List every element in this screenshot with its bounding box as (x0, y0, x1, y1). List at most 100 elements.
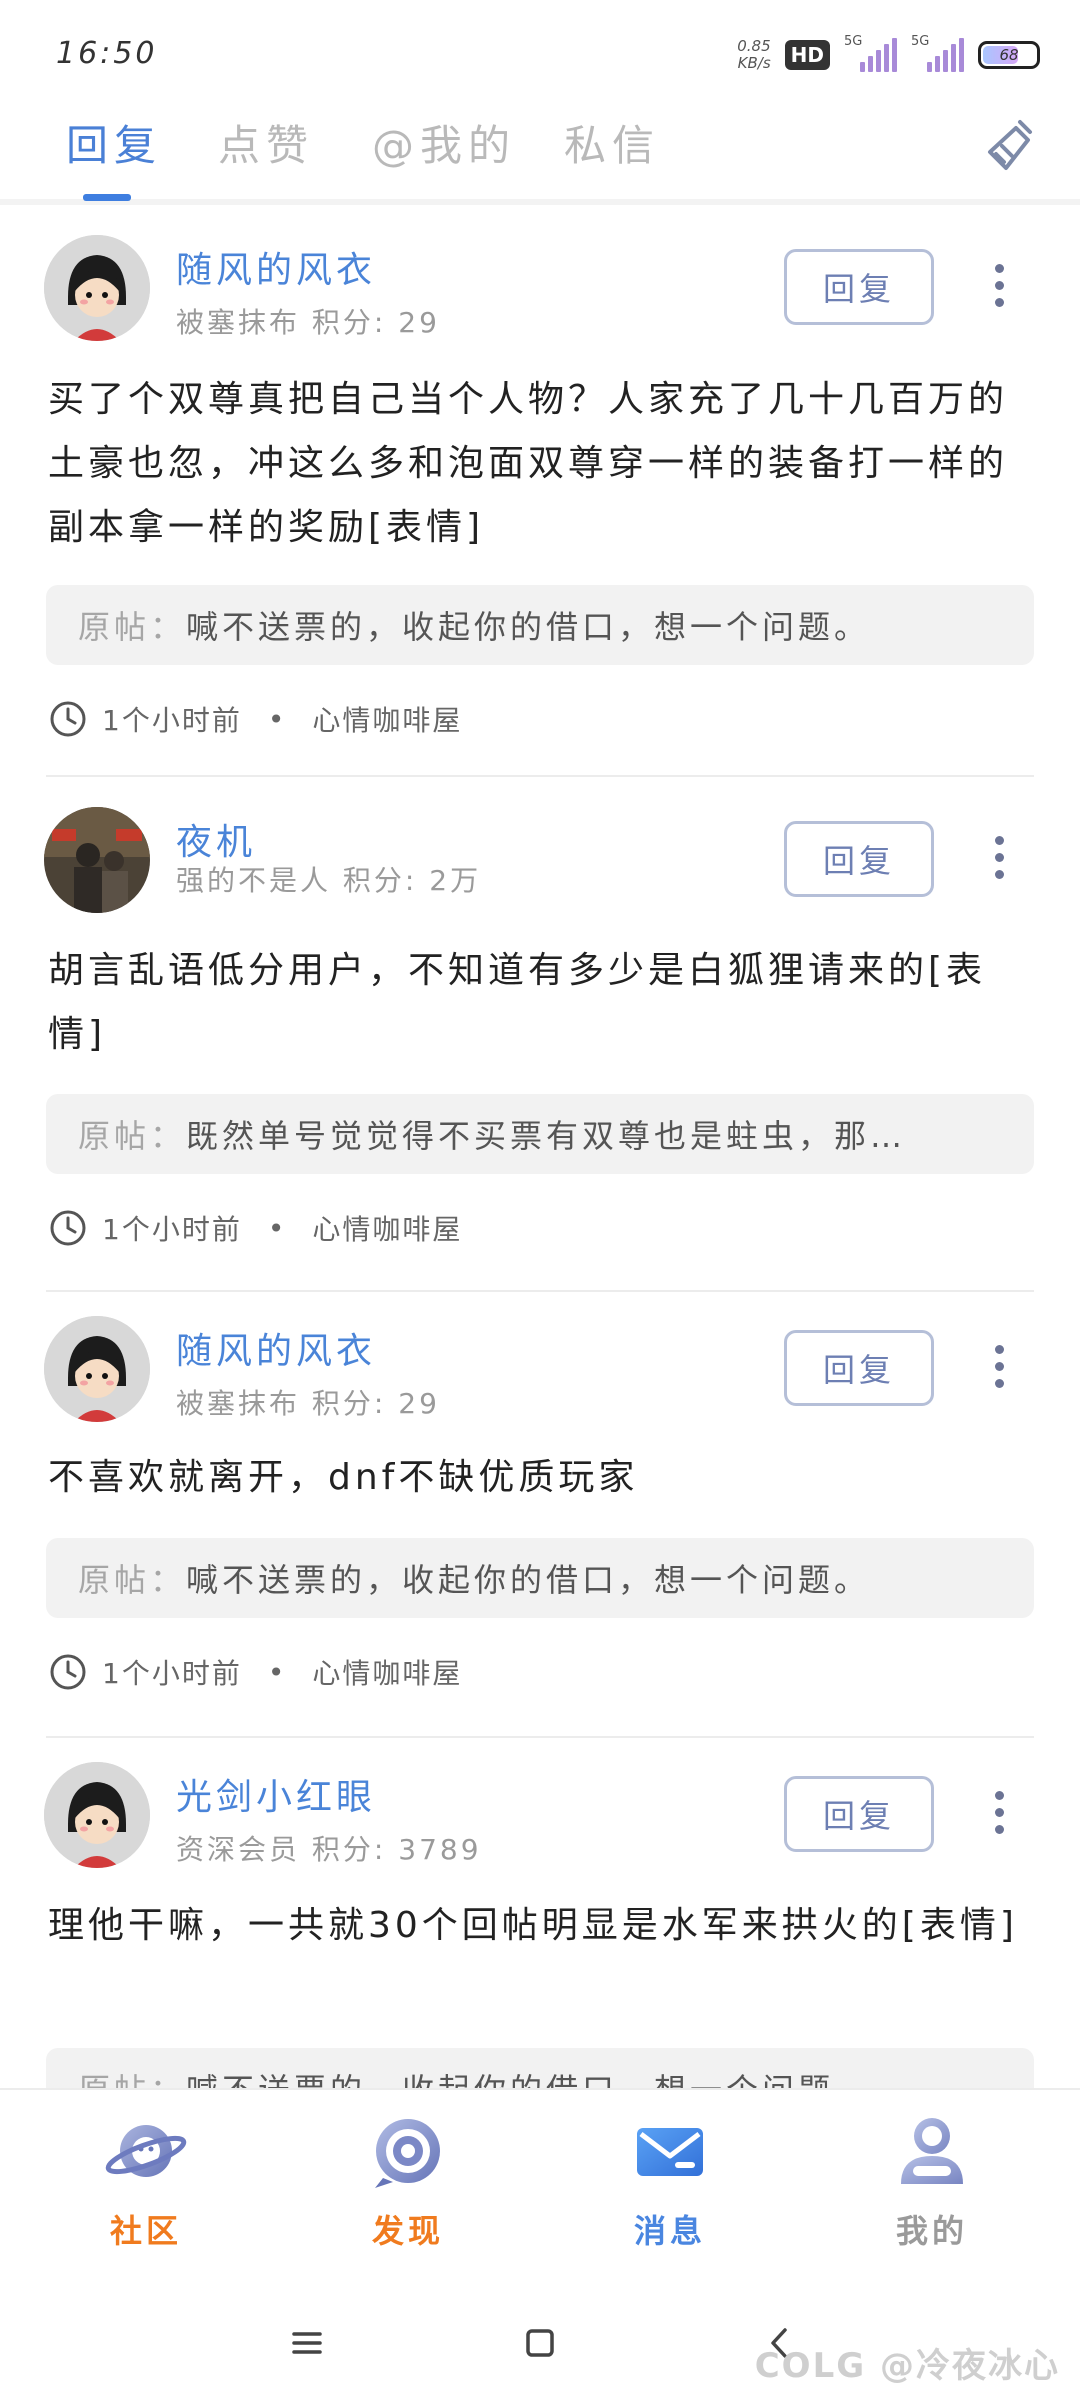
more-options-button[interactable] (984, 1336, 1014, 1396)
original-post-preview[interactable]: 原帖： 既然单号觉觉得不买票有双尊也是蛀虫，那… (46, 1094, 1034, 1174)
active-tab-indicator (83, 194, 131, 201)
more-dots-icon (994, 1790, 1004, 1800)
watermark: COLG @冷夜冰心 (754, 2346, 1060, 2386)
user-meta: 被塞抹布 积分: 29 (176, 301, 440, 341)
points-value: 29 (398, 1387, 440, 1420)
avatar-girl-icon (44, 235, 150, 341)
more-dots-icon (994, 835, 1004, 845)
board-name[interactable]: 心情咖啡屋 (312, 1652, 462, 1692)
more-options-button[interactable] (984, 255, 1014, 315)
avatar[interactable] (44, 1762, 150, 1868)
divider (46, 775, 1034, 777)
home-square-icon (526, 2329, 554, 2357)
user-meta: 被塞抹布 积分: 29 (176, 1382, 440, 1422)
network-speed: 0.85 KB/s (737, 38, 770, 72)
clear-all-button[interactable] (980, 116, 1040, 176)
reply-content[interactable]: 不喜欢就离开，dnf不缺优质玩家 (48, 1446, 1032, 1510)
reply-button[interactable]: 回复 (784, 821, 934, 897)
original-post-text: 喊不送票的，收起你的借口，想一个问题。 (186, 1561, 871, 1599)
board-name[interactable]: 心情咖啡屋 (312, 1208, 462, 1248)
more-dots-icon (994, 1344, 1004, 1354)
clock-icon (50, 1654, 86, 1690)
reply-meta: 1个小时前 • 心情咖啡屋 (48, 697, 462, 741)
bottom-navigation: 社区 发现 消息 我的 (0, 2088, 1080, 2284)
board-name[interactable]: 心情咖啡屋 (312, 699, 462, 739)
points-value: 3789 (398, 1833, 482, 1866)
target-icon (375, 2119, 440, 2188)
user-title: 强的不是人 (176, 864, 332, 897)
user-meta: 强的不是人 积分: 2万 (176, 859, 481, 899)
reply-button[interactable]: 回复 (784, 1776, 934, 1852)
original-post-label: 原帖： (78, 1117, 187, 1155)
clock-icon (50, 1210, 86, 1246)
original-post-label: 原帖： (78, 1561, 187, 1599)
user-title: 资深会员 (176, 1833, 301, 1866)
reply-card[interactable]: 随风的风衣 被塞抹布 积分: 29 回复 不喜欢就离开，dnf不缺优质玩家 原帖… (0, 1292, 1080, 1738)
nav-messages[interactable]: 消息 (600, 2108, 740, 2278)
points-label: 积分: (342, 864, 418, 897)
avatar[interactable] (44, 807, 150, 913)
nav-discover[interactable]: 发现 (338, 2108, 478, 2278)
system-navigation-bar: COLG @冷夜冰心 (0, 2284, 1080, 2400)
avatar[interactable] (44, 235, 150, 341)
reply-card[interactable]: 光剑小红眼 资深会员 积分: 3789 回复 理他干嘛，一共就30个回帖明显是水… (0, 1738, 1080, 2088)
avatar-girl-icon (44, 1762, 150, 1868)
nav-profile[interactable]: 我的 (862, 2108, 1002, 2278)
original-post-text: 喊不送票的，收起你的借口，想一个问题。 (186, 2065, 870, 2088)
nav-community[interactable]: 社区 (76, 2108, 216, 2278)
more-options-button[interactable] (984, 827, 1014, 887)
username[interactable]: 夜机 (176, 813, 256, 865)
tab-mentions[interactable]: @我的 (372, 112, 516, 173)
reply-card[interactable]: 随风的风衣 被塞抹布 积分: 29 回复 买了个双尊真把自己当个人物？人家充了几… (0, 211, 1080, 777)
original-post-text: 既然单号觉觉得不买票有双尊也是蛀虫，那… (186, 1117, 907, 1155)
status-bar: 16:50 0.85 KB/s HD 5G 5G 68 (0, 0, 1080, 110)
original-post-label: 原帖： (78, 2065, 186, 2088)
username[interactable]: 随风的风衣 (176, 1322, 376, 1374)
avatar-photo-icon (44, 807, 150, 913)
original-post-preview[interactable]: 原帖： 喊不送票的，收起你的借口，想一个问题。 (46, 2048, 1034, 2088)
menu-icon (292, 2332, 322, 2354)
hd-icon: HD (784, 40, 830, 70)
signal-icon-2: 5G (911, 34, 964, 72)
reply-card[interactable]: 夜机 强的不是人 积分: 2万 回复 胡言乱语低分用户，不知道有多少是白狐狸请来… (0, 783, 1080, 1292)
reply-content[interactable]: 理他干嘛，一共就30个回帖明显是水军来拱火的[表情] (48, 1894, 1032, 1958)
tab-private-messages[interactable]: 私信 (564, 112, 660, 173)
user-icon (901, 2118, 963, 2184)
avatar-girl-icon (44, 1316, 150, 1422)
original-post-preview[interactable]: 原帖： 喊不送票的，收起你的借口，想一个问题。 (46, 585, 1034, 665)
avatar[interactable] (44, 1316, 150, 1422)
reply-content[interactable]: 胡言乱语低分用户，不知道有多少是白狐狸请来的[表情] (48, 939, 1032, 1067)
reply-meta: 1个小时前 • 心情咖啡屋 (48, 1650, 462, 1694)
status-time: 16:50 (56, 36, 158, 71)
points-value: 29 (398, 306, 440, 339)
username[interactable]: 光剑小红眼 (176, 1768, 376, 1820)
reply-content[interactable]: 买了个双尊真把自己当个人物？人家充了几十几百万的土豪也忽，冲这么多和泡面双尊穿一… (48, 368, 1032, 560)
reply-button[interactable]: 回复 (784, 1330, 934, 1406)
network-speed-unit: KB/s (737, 54, 771, 72)
points-label: 积分: (311, 1387, 387, 1420)
envelope-icon (637, 2128, 703, 2176)
time-ago: 1个小时前 (102, 1213, 242, 1246)
tab-likes[interactable]: 点赞 (218, 112, 314, 173)
tab-reply[interactable]: 回复 (66, 112, 162, 173)
network-type-1: 5G (844, 34, 863, 49)
status-indicators: 0.85 KB/s HD 5G 5G 68 (737, 30, 1040, 80)
user-meta: 资深会员 积分: 3789 (176, 1828, 482, 1868)
nav-profile-label: 我的 (895, 2212, 968, 2250)
battery-icon: 68 (978, 41, 1040, 69)
nav-messages-label: 消息 (633, 2212, 706, 2250)
username[interactable]: 随风的风衣 (176, 241, 376, 293)
time-ago: 1个小时前 (102, 1657, 242, 1690)
menu-button[interactable] (282, 2318, 332, 2368)
reply-button[interactable]: 回复 (784, 249, 934, 325)
more-options-button[interactable] (984, 1782, 1014, 1842)
home-button[interactable] (515, 2318, 565, 2368)
clock-icon (50, 701, 86, 737)
points-value: 2万 (429, 864, 482, 897)
points-label: 积分: (311, 306, 387, 339)
broom-icon (988, 120, 1032, 170)
points-label: 积分: (311, 1833, 387, 1866)
network-speed-value: 0.85 (737, 37, 771, 55)
original-post-preview[interactable]: 原帖： 喊不送票的，收起你的借口，想一个问题。 (46, 1538, 1034, 1618)
original-post-label: 原帖： (78, 608, 187, 646)
